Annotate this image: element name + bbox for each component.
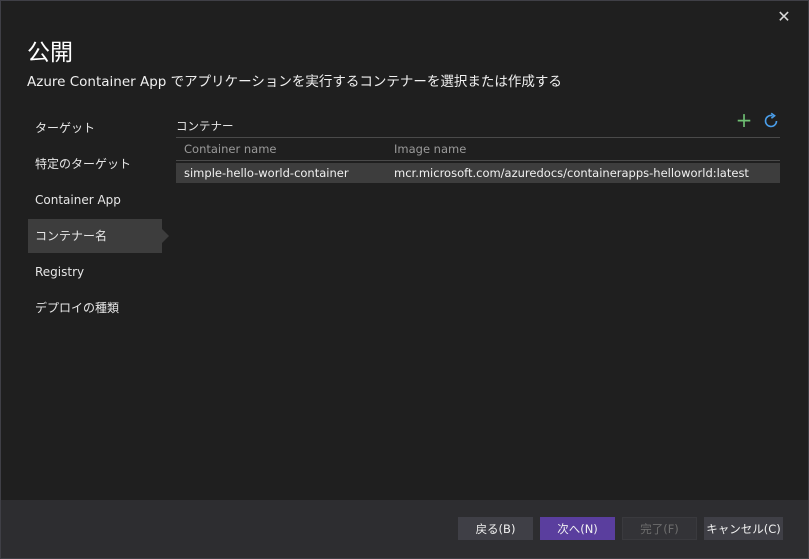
cell-image-name: mcr.microsoft.com/azuredocs/containerapp… (394, 166, 749, 180)
cell-container-name: simple-hello-world-container (184, 166, 349, 180)
dialog-title: 公開 (27, 40, 73, 66)
container-table: Container name Image name simple-hello-w… (176, 139, 780, 183)
publish-dialog: ✕ 公開 Azure Container App でアプリケーションを実行するコ… (0, 0, 809, 559)
add-icon[interactable]: + (735, 110, 753, 130)
sidebar-item-registry[interactable]: Registry (28, 255, 162, 289)
wizard-steps-sidebar: ターゲット 特定のターゲット Container App コンテナー名 Regi… (28, 111, 169, 327)
column-header-container-name[interactable]: Container name (184, 142, 276, 156)
table-row[interactable]: simple-hello-world-container mcr.microso… (176, 163, 780, 183)
dialog-subtitle: Azure Container App でアプリケーションを実行するコンテナーを… (27, 74, 562, 90)
panel-label: コンテナー (176, 119, 234, 133)
next-button[interactable]: 次へ(N) (540, 517, 615, 540)
refresh-icon[interactable] (762, 112, 780, 130)
sidebar-item-deployment-type[interactable]: デプロイの種類 (28, 291, 162, 325)
sidebar-item-container-app[interactable]: Container App (28, 183, 162, 217)
close-icon[interactable]: ✕ (774, 7, 794, 27)
dialog-footer: 戻る(B) 次へ(N) 完了(F) キャンセル(C) (1, 500, 808, 558)
column-header-image-name[interactable]: Image name (394, 142, 466, 156)
sidebar-item-specific-target[interactable]: 特定のターゲット (28, 147, 162, 181)
back-button[interactable]: 戻る(B) (458, 517, 533, 540)
finish-button[interactable]: 完了(F) (622, 517, 697, 540)
container-panel-header: コンテナー + (176, 110, 780, 138)
table-header: Container name Image name (176, 139, 780, 161)
cancel-button[interactable]: キャンセル(C) (704, 517, 783, 540)
sidebar-item-target[interactable]: ターゲット (28, 111, 162, 145)
sidebar-item-container-name[interactable]: コンテナー名 (28, 219, 169, 253)
